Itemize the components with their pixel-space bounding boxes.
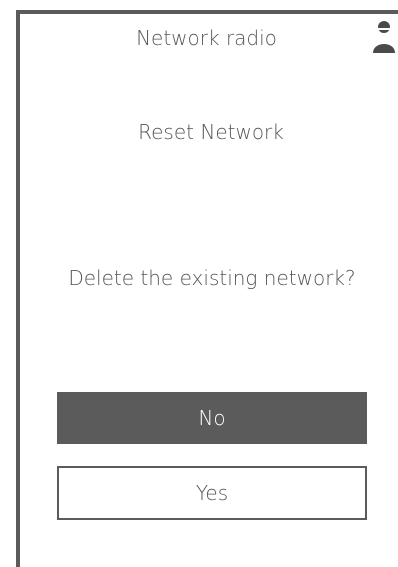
confirm-question: Delete the existing network? [68, 266, 356, 290]
screen-title: Reset Network [138, 120, 284, 144]
user-icon[interactable] [370, 17, 398, 57]
app-title: Network radio [136, 26, 277, 50]
user-icon-graphic [373, 21, 395, 53]
frame-top-border [16, 10, 398, 14]
yes-button[interactable]: Yes [57, 466, 367, 520]
no-button[interactable]: No [57, 392, 367, 444]
frame-left-border [16, 10, 20, 567]
